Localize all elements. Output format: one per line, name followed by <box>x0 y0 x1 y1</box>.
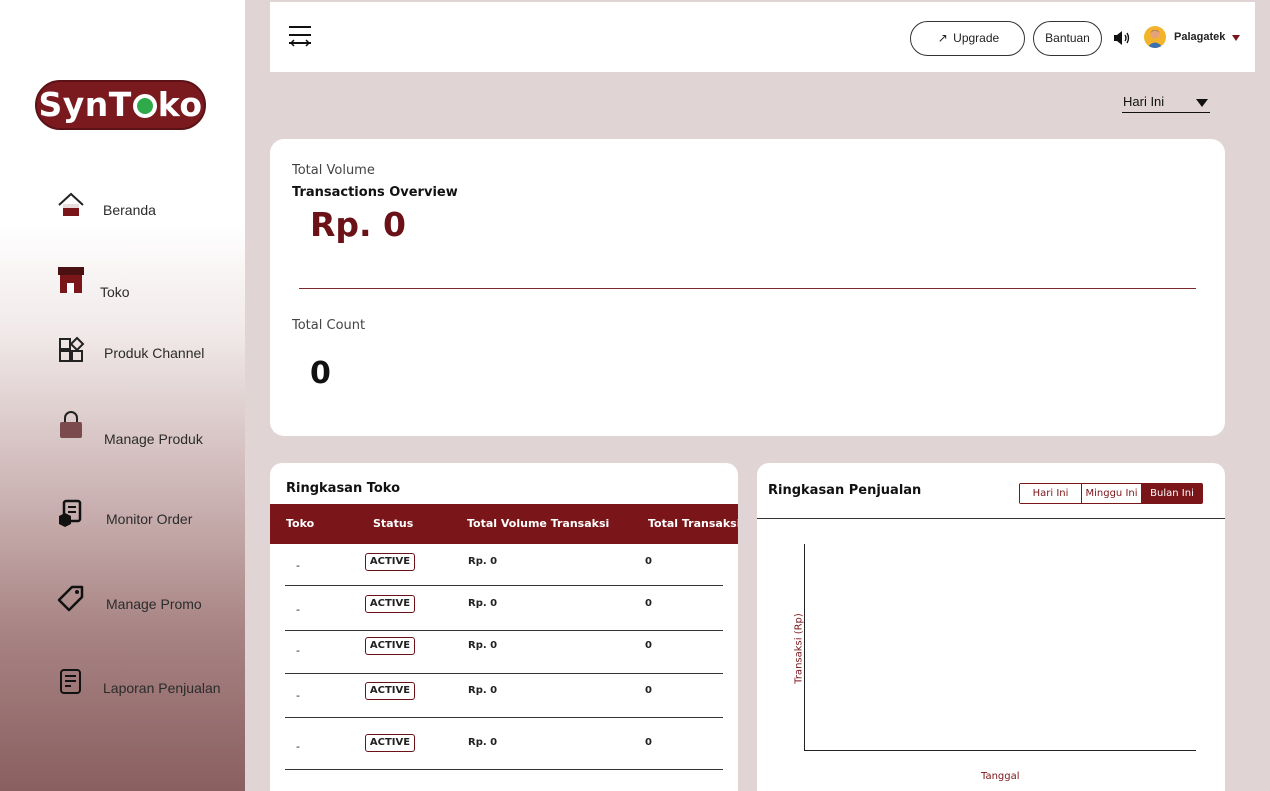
username[interactable]: Palagatek <box>1174 31 1225 43</box>
chart-x-label: Tanggal <box>981 771 1020 782</box>
cell-volume: Rp. 0 <box>468 556 498 567</box>
store-summary-title: Ringkasan Toko <box>286 481 401 496</box>
period-select[interactable]: Hari Ini <box>1122 93 1210 113</box>
cell-toko: - <box>296 603 300 616</box>
table-row[interactable]: - ACTIVE Rp. 0 0 <box>285 586 723 631</box>
report-icon <box>60 669 81 694</box>
sidebar-item-label: Beranda <box>103 202 156 218</box>
cell-volume: Rp. 0 <box>468 640 498 651</box>
sidebar-item-laporan-penjualan[interactable]: Laporan Penjualan <box>0 667 245 707</box>
upgrade-button[interactable]: ↗ Upgrade <box>910 21 1025 56</box>
total-volume-label: Total Volume <box>292 163 375 178</box>
bag-icon <box>60 411 82 438</box>
home-icon <box>58 192 84 216</box>
tag-icon <box>57 585 84 612</box>
order-icon <box>59 499 82 527</box>
logo-text-left: SynT <box>38 85 132 124</box>
tab-bulan-ini[interactable]: Bulan Ini <box>1141 484 1202 503</box>
status-badge: ACTIVE <box>365 637 415 655</box>
table-header: Toko Status Total Volume Transaksi Total… <box>270 504 738 544</box>
tab-minggu-ini[interactable]: Minggu Ini <box>1081 484 1141 503</box>
menu-icon[interactable] <box>288 24 312 48</box>
sidebar-item-label: Toko <box>100 284 130 300</box>
sales-summary-title: Ringkasan Penjualan <box>768 483 922 498</box>
brand-logo[interactable]: SynT ko <box>35 80 206 130</box>
total-volume-value: Rp. 0 <box>310 205 407 244</box>
sidebar-item-manage-promo[interactable]: Manage Promo <box>0 583 245 623</box>
store-icon <box>58 267 84 293</box>
logo-sync-icon <box>132 94 157 118</box>
column-header-volume: Total Volume Transaksi <box>467 517 610 530</box>
status-badge: ACTIVE <box>365 682 415 700</box>
sidebar-item-label: Manage Promo <box>106 596 202 612</box>
status-badge: ACTIVE <box>365 595 415 613</box>
table-row[interactable]: - ACTIVE Rp. 0 0 <box>285 674 723 718</box>
table-row[interactable]: - ACTIVE Rp. 0 0 <box>285 543 723 586</box>
transactions-overview-title: Transactions Overview <box>292 185 458 200</box>
sidebar-item-beranda[interactable]: Beranda <box>0 188 245 228</box>
upgrade-label: Upgrade <box>953 31 1000 45</box>
sidebar: SynT ko Beranda Toko Produk Channel Mana… <box>0 0 245 791</box>
chart-x-axis <box>804 750 1196 751</box>
divider <box>757 518 1225 519</box>
cell-total: 0 <box>645 737 652 748</box>
speaker-icon[interactable] <box>1113 30 1131 46</box>
table-row[interactable]: - ACTIVE Rp. 0 0 <box>285 718 723 770</box>
divider <box>299 288 1196 289</box>
sidebar-item-label: Monitor Order <box>106 511 193 527</box>
channel-icon <box>59 336 85 362</box>
sidebar-item-monitor-order[interactable]: Monitor Order <box>0 498 245 538</box>
period-selected: Hari Ini <box>1123 94 1165 109</box>
cell-total: 0 <box>645 598 652 609</box>
sales-period-tabs: Hari Ini Minggu Ini Bulan Ini <box>1019 483 1203 504</box>
store-summary-card: Ringkasan Toko Toko Status Total Volume … <box>270 463 738 791</box>
status-badge: ACTIVE <box>365 734 415 752</box>
sidebar-item-label: Laporan Penjualan <box>103 680 221 696</box>
cell-total: 0 <box>645 685 652 696</box>
cell-volume: Rp. 0 <box>468 598 498 609</box>
help-button[interactable]: Bantuan <box>1033 21 1102 56</box>
status-badge: ACTIVE <box>365 553 415 571</box>
transactions-overview-card: Total Volume Transactions Overview Rp. 0… <box>270 139 1225 436</box>
cell-toko: - <box>296 559 300 572</box>
logo-text-right: ko <box>157 85 203 124</box>
trend-icon: ↗ <box>937 31 948 45</box>
chevron-down-icon <box>1196 99 1208 107</box>
column-header-toko: Toko <box>286 517 315 530</box>
sidebar-item-produk-channel[interactable]: Produk Channel <box>0 333 245 373</box>
cell-volume: Rp. 0 <box>468 685 498 696</box>
sidebar-item-toko[interactable]: Toko <box>0 265 245 305</box>
tab-hari-ini[interactable]: Hari Ini <box>1020 484 1081 503</box>
sidebar-item-manage-produk[interactable]: Manage Produk <box>0 408 245 448</box>
total-count-value: 0 <box>310 356 331 391</box>
cell-toko: - <box>296 644 300 657</box>
sidebar-item-label: Manage Produk <box>104 431 203 447</box>
table-row[interactable]: - ACTIVE Rp. 0 0 <box>285 631 723 674</box>
chevron-down-icon[interactable] <box>1232 35 1240 41</box>
sales-summary-card: Ringkasan Penjualan Hari Ini Minggu Ini … <box>757 463 1225 791</box>
column-header-status: Status <box>373 517 414 530</box>
total-count-label: Total Count <box>292 318 366 333</box>
top-bar: ↗ Upgrade Bantuan Palagatek <box>270 2 1255 72</box>
cell-toko: - <box>296 689 300 702</box>
avatar[interactable] <box>1144 26 1166 48</box>
cell-toko: - <box>296 740 300 753</box>
cell-total: 0 <box>645 556 652 567</box>
cell-total: 0 <box>645 640 652 651</box>
sidebar-item-label: Produk Channel <box>104 345 205 361</box>
chart-y-label: Transaksi (Rp) <box>793 613 805 684</box>
column-header-total: Total Transaksi <box>648 517 738 530</box>
cell-volume: Rp. 0 <box>468 737 498 748</box>
